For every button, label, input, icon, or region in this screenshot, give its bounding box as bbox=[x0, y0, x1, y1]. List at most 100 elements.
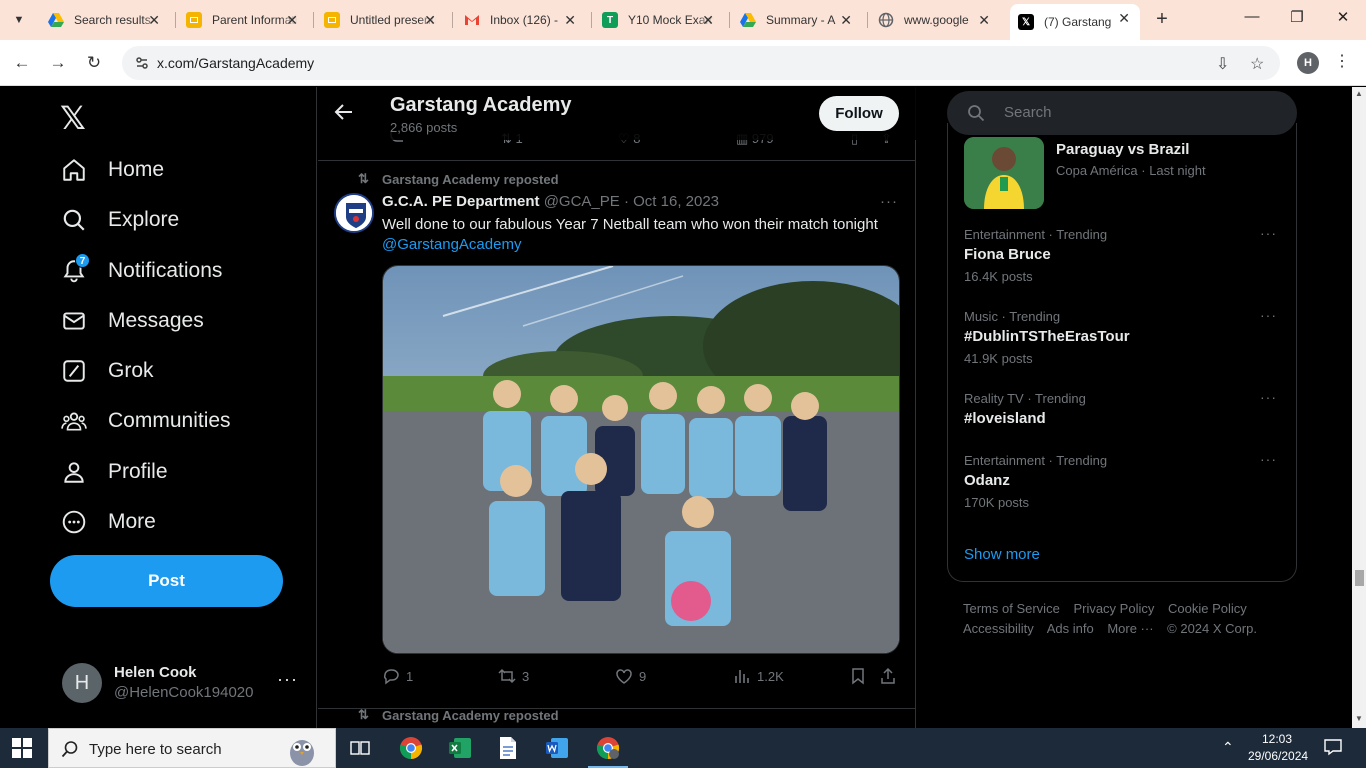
browser-tab[interactable]: T Y10 Mock Exams ✕ bbox=[594, 6, 724, 34]
window-close-button[interactable]: ✕ bbox=[1331, 8, 1355, 26]
trend-item[interactable]: Music · Trending #DublinTSTheErasTour 41… bbox=[964, 307, 1284, 373]
search-input[interactable]: Search bbox=[947, 91, 1297, 135]
browser-menu-icon[interactable]: ⋮ bbox=[1334, 51, 1350, 71]
browser-tab-active[interactable]: 𝕏 (7) Garstang ✕ bbox=[1010, 4, 1140, 40]
bookmark-button[interactable] bbox=[849, 667, 873, 685]
excel-taskbar-icon[interactable] bbox=[446, 734, 474, 762]
browser-tab[interactable]: Search results ✕ bbox=[40, 6, 170, 34]
tweet-handle[interactable]: @GCA_PE bbox=[544, 193, 620, 210]
privacy-link[interactable]: Privacy Policy bbox=[1073, 601, 1154, 616]
trend-item-featured[interactable]: Paraguay vs Brazil Copa América · Last n… bbox=[964, 137, 1284, 209]
tweet-photo[interactable] bbox=[382, 265, 900, 654]
minimize-button[interactable]: — bbox=[1240, 8, 1264, 25]
mention-link[interactable]: @GarstangAcademy bbox=[382, 236, 521, 253]
search-icon bbox=[968, 105, 985, 122]
nav-explore[interactable]: Explore bbox=[60, 200, 179, 240]
trend-item[interactable]: Entertainment · Trending Fiona Bruce 16.… bbox=[964, 225, 1284, 291]
browser-tab[interactable]: www.google ✕ bbox=[870, 6, 1000, 34]
tab-search-icon[interactable]: ▼ bbox=[6, 8, 32, 32]
close-tab-icon[interactable]: ✕ bbox=[148, 12, 160, 29]
reply-button[interactable]: 1 bbox=[382, 667, 413, 685]
page-scrollbar[interactable]: ▲ ▼ bbox=[1352, 87, 1366, 728]
account-switcher[interactable]: H Helen Cook @HelenCook194020 ··· bbox=[62, 663, 302, 703]
search-highlight-owl-icon bbox=[290, 740, 314, 766]
tweet[interactable]: ⇅ Garstang Academy reposted G.C.A. PE De… bbox=[318, 161, 916, 709]
post-button[interactable]: Post bbox=[50, 555, 283, 607]
browser-tab[interactable]: Inbox (126) - ✕ bbox=[456, 6, 586, 34]
ads-info-link[interactable]: Ads info bbox=[1047, 621, 1094, 636]
tweet-author-avatar[interactable] bbox=[334, 193, 374, 233]
copyright: © 2024 X Corp. bbox=[1167, 621, 1257, 636]
scroll-up-icon[interactable]: ▲ bbox=[1352, 89, 1366, 98]
retweet-button[interactable]: 3 bbox=[498, 667, 529, 685]
like-button[interactable]: 9 bbox=[615, 667, 646, 685]
browser-toolbar: ← → ↻ x.com/GarstangAcademy ⇩ ☆ H ⋮ bbox=[0, 40, 1366, 86]
browser-tab[interactable]: Untitled presentation ✕ bbox=[316, 6, 446, 34]
nav-notifications[interactable]: 7 Notifications bbox=[60, 251, 222, 291]
trend-more-icon[interactable]: ··· bbox=[1260, 389, 1277, 405]
browser-tab[interactable]: Parent Information ✕ bbox=[178, 6, 308, 34]
show-more-link[interactable]: Show more bbox=[964, 546, 1040, 563]
follow-button[interactable]: Follow bbox=[819, 96, 899, 131]
nav-home[interactable]: Home bbox=[60, 150, 164, 190]
views-button[interactable]: 1.2K bbox=[733, 667, 784, 685]
browser-tab[interactable]: Summary - A ✕ bbox=[732, 6, 862, 34]
windows-start-icon[interactable] bbox=[12, 738, 32, 758]
install-app-icon[interactable]: ⇩ bbox=[1216, 54, 1229, 74]
file-explorer-icon[interactable] bbox=[494, 734, 522, 762]
tweet-more-icon[interactable]: ··· bbox=[880, 193, 898, 210]
close-tab-icon[interactable]: ✕ bbox=[1118, 10, 1130, 27]
tray-overflow-icon[interactable]: ⌃ bbox=[1222, 739, 1234, 756]
chrome-active-taskbar-icon[interactable] bbox=[588, 734, 628, 768]
scroll-thumb[interactable] bbox=[1355, 570, 1364, 586]
trend-more-icon[interactable]: ··· bbox=[1260, 307, 1277, 323]
clock-date[interactable]: 29/06/2024 bbox=[1248, 749, 1308, 763]
chrome-taskbar-icon[interactable] bbox=[397, 734, 425, 762]
back-button[interactable]: ← bbox=[10, 51, 34, 75]
retweet-icon bbox=[498, 668, 516, 684]
browser-profile-avatar[interactable]: H bbox=[1297, 52, 1319, 74]
footer-more-link[interactable]: More ··· bbox=[1107, 621, 1153, 636]
site-info-icon[interactable] bbox=[134, 55, 150, 71]
nav-more[interactable]: More bbox=[60, 502, 156, 542]
trend-item[interactable]: Reality TV · Trending #loveisland ··· bbox=[964, 389, 1284, 455]
close-tab-icon[interactable]: ✕ bbox=[702, 12, 714, 29]
back-arrow-icon[interactable] bbox=[334, 102, 354, 122]
new-tab-button[interactable]: + bbox=[1150, 8, 1174, 31]
url-text[interactable]: x.com/GarstangAcademy bbox=[157, 55, 314, 71]
close-tab-icon[interactable]: ✕ bbox=[424, 12, 436, 29]
terms-link[interactable]: Terms of Service bbox=[963, 601, 1060, 616]
cookie-link[interactable]: Cookie Policy bbox=[1168, 601, 1247, 616]
accessibility-link[interactable]: Accessibility bbox=[963, 621, 1034, 636]
account-more-icon[interactable]: ··· bbox=[277, 669, 298, 690]
nav-messages[interactable]: Messages bbox=[60, 301, 204, 341]
x-logo-icon[interactable]: 𝕏 bbox=[60, 99, 86, 137]
nav-communities[interactable]: Communities bbox=[60, 401, 231, 441]
restore-button[interactable]: ❐ bbox=[1285, 8, 1309, 26]
reload-button[interactable]: ↻ bbox=[82, 51, 106, 75]
close-tab-icon[interactable]: ✕ bbox=[564, 12, 576, 29]
trend-more-icon[interactable]: ··· bbox=[1260, 225, 1277, 241]
profile-name: Garstang Academy bbox=[390, 94, 572, 116]
trend-more-icon[interactable]: ··· bbox=[1260, 451, 1277, 467]
mail-icon bbox=[60, 307, 88, 335]
word-taskbar-icon[interactable] bbox=[543, 734, 571, 762]
tweet-display-name[interactable]: G.C.A. PE Department bbox=[382, 193, 540, 210]
close-tab-icon[interactable]: ✕ bbox=[978, 12, 990, 29]
task-view-icon[interactable] bbox=[346, 734, 374, 762]
tweet-date[interactable]: · Oct 16, 2023 bbox=[624, 193, 719, 210]
bookmark-star-icon[interactable]: ☆ bbox=[1250, 54, 1264, 74]
taskbar-search-input[interactable]: Type here to search bbox=[48, 728, 336, 768]
close-tab-icon[interactable]: ✕ bbox=[286, 12, 298, 29]
scroll-down-icon[interactable]: ▼ bbox=[1352, 714, 1366, 723]
address-bar[interactable]: x.com/GarstangAcademy ⇩ ☆ bbox=[122, 46, 1280, 80]
close-tab-icon[interactable]: ✕ bbox=[840, 12, 852, 29]
forward-button[interactable]: → bbox=[46, 51, 70, 75]
nav-profile[interactable]: Profile bbox=[60, 452, 168, 492]
clock-time[interactable]: 12:03 bbox=[1262, 732, 1292, 746]
nav-grok[interactable]: Grok bbox=[60, 351, 154, 391]
share-button[interactable] bbox=[879, 667, 903, 685]
tweet-text: Well done to our fabulous Year 7 Netball… bbox=[382, 216, 878, 253]
notification-center-icon[interactable] bbox=[1324, 738, 1342, 759]
trend-item[interactable]: Entertainment · Trending Odanz 170K post… bbox=[964, 451, 1284, 517]
